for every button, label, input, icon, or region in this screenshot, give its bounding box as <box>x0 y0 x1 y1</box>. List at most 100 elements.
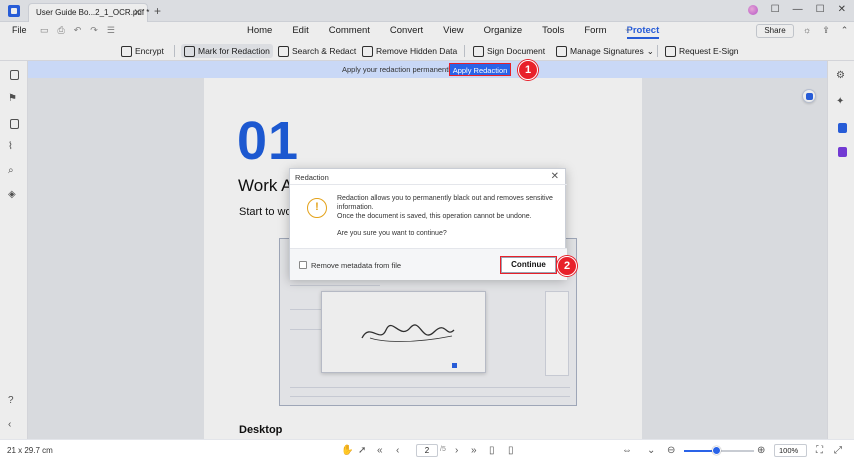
dialog-message-line3: Once the document is saved, this operati… <box>337 213 532 220</box>
close-window-icon[interactable]: ✕ <box>838 4 846 16</box>
close-icon[interactable]: ✕ <box>551 171 559 182</box>
dialog-title: Redaction <box>295 173 329 182</box>
chapter-number: 01 <box>237 111 300 171</box>
redaction-dialog: Redaction ✕ ! Redaction allows you to pe… <box>289 168 567 280</box>
two-page-icon[interactable]: ▯ <box>508 445 514 456</box>
minimize-icon[interactable]: — <box>793 4 803 16</box>
more-icon[interactable]: ☰ <box>107 25 115 36</box>
sign-icon <box>473 45 484 57</box>
zoom-slider[interactable] <box>684 446 754 455</box>
redo-icon[interactable]: ↷ <box>90 25 98 36</box>
remove-hidden-data-label: Remove Hidden Data <box>376 46 458 56</box>
title-bar: User Guide Bo...2_1_OCR.pdf * ✕ + ☐ — ☐ … <box>0 0 854 22</box>
request-esign-label: Request E-Sign <box>679 46 739 56</box>
menu-organize[interactable]: Organize <box>484 25 523 39</box>
zoom-out-icon[interactable]: ⊖ <box>667 445 675 456</box>
menu-bar: File ▭ ⎙ ↶ ↷ ☰ Home Edit Comment Convert… <box>0 22 854 40</box>
notifications-icon[interactable]: ☐ <box>771 4 780 16</box>
page-size: 21 x 29.7 cm <box>7 446 53 455</box>
next-page-icon[interactable]: › <box>455 445 458 456</box>
zoom-select[interactable]: 100% ⌄ <box>774 444 807 461</box>
properties-icon[interactable]: ⚙ <box>836 70 845 81</box>
last-page-icon[interactable]: » <box>471 445 477 456</box>
upload-icon[interactable]: ⇪ <box>822 25 830 36</box>
avatar[interactable] <box>747 5 758 15</box>
tab-close-icon[interactable]: ✕ <box>133 7 141 18</box>
ai-tools-icon[interactable] <box>838 147 847 157</box>
document-tab[interactable]: User Guide Bo...2_1_OCR.pdf * ✕ <box>28 3 150 22</box>
hand-tool-icon[interactable]: ✋ <box>341 445 353 456</box>
chapter-subheading: Start to wo <box>239 206 292 218</box>
attachment-icon[interactable]: ⌇ <box>8 141 13 152</box>
menu-form[interactable]: Form <box>584 25 606 39</box>
chapter-heading: Work A <box>238 176 293 195</box>
right-sidebar: ⚙ ✦ <box>827 61 854 439</box>
save-icon[interactable]: ▭ <box>40 25 49 36</box>
status-bar: 21 x 29.7 cm ✋ ➚ « ‹ 2 /5 › » ▯ ▯ ⇔ ⌄ ⊖ … <box>0 439 854 461</box>
expand-icon[interactable]: ⤢ <box>834 445 842 456</box>
remove-metadata-checkbox[interactable] <box>299 261 307 269</box>
print-icon[interactable]: ⎙ <box>58 25 65 36</box>
comment-icon[interactable] <box>10 119 19 129</box>
left-sidebar: ⚑ ⌇ ⌕ ◈ ? ‹ <box>0 61 28 439</box>
fullscreen-icon[interactable]: ⛶ <box>816 445 823 456</box>
apply-redaction-button[interactable]: Apply Redaction <box>449 63 511 76</box>
translate-icon[interactable] <box>838 123 847 133</box>
bookmark-icon[interactable]: ⚑ <box>8 93 17 104</box>
search-redact-label: Search & Redact <box>292 46 357 56</box>
file-menu[interactable]: File <box>12 25 27 35</box>
page-number-input[interactable]: 2 <box>416 444 438 457</box>
collapse-icon[interactable]: ⌃ <box>841 25 849 36</box>
dialog-question: Are you sure you want to continue? <box>337 230 447 237</box>
undo-icon[interactable]: ↶ <box>74 25 82 36</box>
mark-for-redaction-button[interactable]: Mark for Redaction <box>181 44 273 58</box>
tab-title: User Guide Bo...2_1_OCR.pdf * <box>36 8 150 17</box>
zoom-in-icon[interactable]: ⊕ <box>757 445 765 456</box>
menu-comment[interactable]: Comment <box>329 25 370 39</box>
zoom-slider-fill <box>684 450 716 452</box>
help-icon[interactable]: ? <box>8 395 14 406</box>
search-icon[interactable]: ⌕ <box>8 165 14 176</box>
search-redact-button[interactable]: Search & Redact <box>278 44 356 58</box>
select-tool-icon[interactable]: ➚ <box>358 445 366 456</box>
ai-assistant-icon[interactable]: ✦ <box>836 96 844 107</box>
continue-button[interactable]: Continue <box>500 256 557 274</box>
encrypt-label: Encrypt <box>135 46 164 56</box>
section-heading: Desktop <box>239 424 283 436</box>
layers-icon[interactable]: ◈ <box>8 189 16 200</box>
embedded-signature-dialog <box>321 291 486 373</box>
thumbnails-icon[interactable] <box>10 70 19 80</box>
menu-edit[interactable]: Edit <box>292 25 308 39</box>
step-1-callout: 1 <box>518 60 538 80</box>
collapse-left-icon[interactable]: ‹ <box>8 419 11 430</box>
menu-tools[interactable]: Tools <box>542 25 564 39</box>
lightbulb-icon[interactable]: ✧ <box>624 25 632 36</box>
maximize-icon[interactable]: ☐ <box>816 4 825 16</box>
app-logo-icon <box>8 5 20 17</box>
esign-icon <box>665 45 676 57</box>
warning-icon: ! <box>307 198 327 218</box>
zoom-slider-knob[interactable] <box>711 446 721 455</box>
menu-home[interactable]: Home <box>247 25 272 39</box>
floating-tool-icon[interactable] <box>802 89 816 103</box>
menu-convert[interactable]: Convert <box>390 25 423 39</box>
fit-width-icon[interactable]: ⇔ <box>622 445 632 456</box>
request-esign-button[interactable]: Request E-Sign <box>665 44 739 58</box>
settings-icon[interactable]: ☼ <box>803 25 811 36</box>
fit-page-icon[interactable]: ⌄ <box>647 445 655 456</box>
notice-text: Apply your redaction permanently. <box>342 65 456 74</box>
first-page-icon[interactable]: « <box>377 445 383 456</box>
single-page-icon[interactable]: ▯ <box>489 445 495 456</box>
encrypt-button[interactable]: Encrypt <box>121 44 164 58</box>
dialog-footer: Remove metadata from file Continue <box>290 248 567 280</box>
new-tab-icon[interactable]: + <box>154 4 161 18</box>
sign-document-button[interactable]: Sign Document <box>473 44 545 58</box>
remove-metadata-label[interactable]: Remove metadata from file <box>311 261 401 270</box>
toolbar-divider <box>464 45 465 57</box>
prev-page-icon[interactable]: ‹ <box>396 445 399 456</box>
share-button[interactable]: Share <box>756 24 794 38</box>
menu-view[interactable]: View <box>443 25 463 39</box>
remove-hidden-data-button[interactable]: Remove Hidden Data <box>362 44 457 58</box>
manage-signatures-button[interactable]: Manage Signatures ⌄ <box>556 44 654 58</box>
dialog-message-line2: information. <box>337 204 374 211</box>
